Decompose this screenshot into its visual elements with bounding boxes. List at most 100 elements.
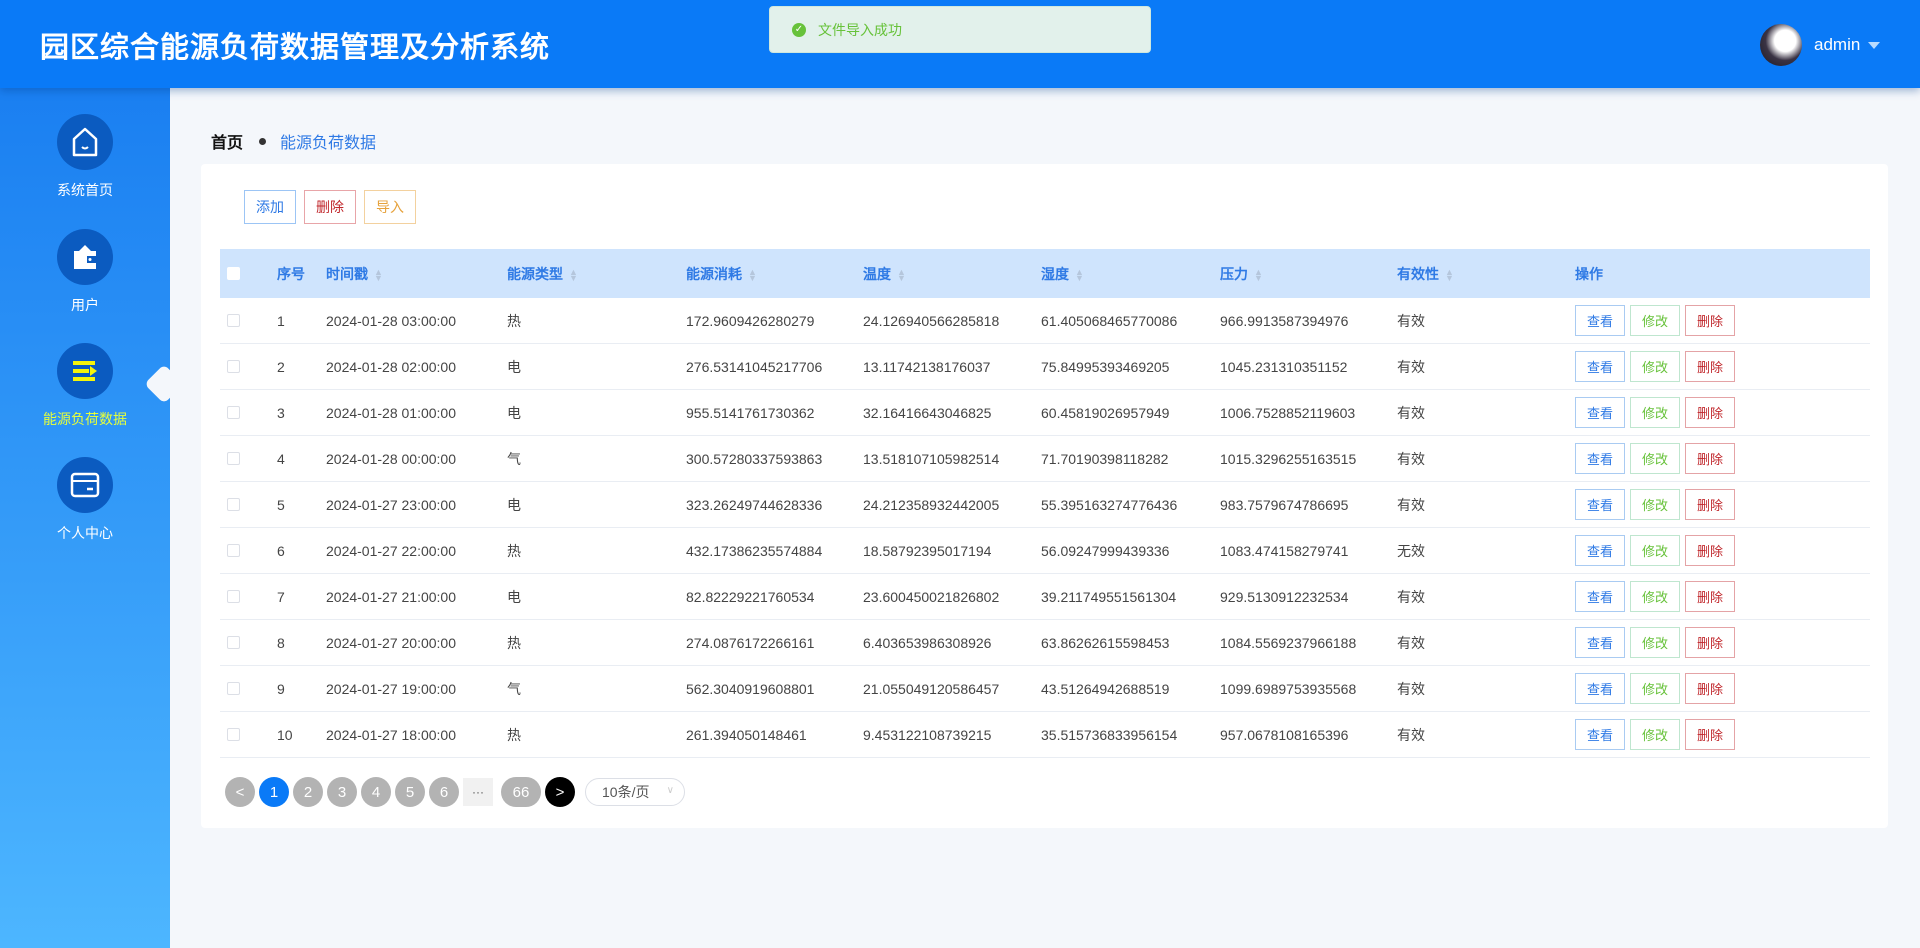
cell-index: 9: [277, 680, 285, 697]
col-energy-type[interactable]: 能源类型 ▲ ▼: [507, 264, 578, 284]
sort-icon[interactable]: ▲ ▼: [1445, 267, 1454, 282]
breadcrumb-home[interactable]: 首页: [211, 129, 243, 153]
col-pressure[interactable]: 压力 ▲ ▼: [1220, 264, 1263, 284]
edit-button[interactable]: 修改: [1630, 489, 1680, 520]
cell-energy-type: 电: [507, 358, 521, 375]
batch-delete-button[interactable]: 删除: [304, 190, 356, 224]
prev-page-button[interactable]: <: [225, 777, 255, 807]
add-button[interactable]: 添加: [244, 190, 296, 224]
delete-button[interactable]: 删除: [1685, 443, 1735, 474]
energy-data-table: 序号 时间戳 ▲ ▼ 能源类型 ▲ ▼ 能源消耗 ▲ ▼ 温度 ▲ ▼ 湿度 ▲ ▼ 压力 ▲ ▼ 有效…: [220, 249, 1870, 758]
sort-icon[interactable]: ▲ ▼: [569, 267, 578, 282]
row-checkbox[interactable]: [227, 498, 240, 511]
view-button[interactable]: 查看: [1575, 489, 1625, 520]
cell-timestamp: 2024-01-27 19:00:00: [326, 680, 456, 697]
row-checkbox[interactable]: [227, 544, 240, 557]
delete-button[interactable]: 删除: [1685, 397, 1735, 428]
delete-button[interactable]: 删除: [1685, 719, 1735, 750]
edit-button[interactable]: 修改: [1630, 397, 1680, 428]
sort-icon[interactable]: ▲ ▼: [748, 267, 757, 282]
page-4[interactable]: 4: [361, 777, 391, 807]
view-button[interactable]: 查看: [1575, 443, 1625, 474]
import-button[interactable]: 导入: [364, 190, 416, 224]
sidebar-item-users[interactable]: 用户: [0, 229, 170, 315]
col-timestamp[interactable]: 时间戳 ▲ ▼: [326, 264, 383, 284]
row-checkbox[interactable]: [227, 452, 240, 465]
view-button[interactable]: 查看: [1575, 305, 1625, 336]
cell-index: 7: [277, 588, 285, 605]
delete-button[interactable]: 删除: [1685, 351, 1735, 382]
page-last[interactable]: 66: [501, 777, 541, 807]
edit-button[interactable]: 修改: [1630, 581, 1680, 612]
cell-consumption: 323.26249744628336: [686, 496, 823, 513]
edit-button[interactable]: 修改: [1630, 719, 1680, 750]
view-button[interactable]: 查看: [1575, 351, 1625, 382]
sort-icon[interactable]: ▲ ▼: [374, 267, 383, 282]
edit-button[interactable]: 修改: [1630, 627, 1680, 658]
page-2[interactable]: 2: [293, 777, 323, 807]
row-checkbox[interactable]: [227, 636, 240, 649]
col-temperature[interactable]: 温度 ▲ ▼: [863, 264, 906, 284]
home-icon: [57, 114, 113, 170]
edit-button[interactable]: 修改: [1630, 443, 1680, 474]
caret-down-icon[interactable]: [1868, 41, 1881, 49]
sidebar-item-home[interactable]: 系统首页: [0, 114, 170, 200]
card-icon: [57, 457, 113, 513]
page-size-select[interactable]: 10条/页 ∨: [585, 778, 685, 806]
col-validity[interactable]: 有效性 ▲ ▼: [1397, 264, 1454, 284]
avatar[interactable]: [1760, 24, 1802, 66]
page-6[interactable]: 6: [429, 777, 459, 807]
cell-energy-type: 热: [507, 726, 521, 743]
delete-button[interactable]: 删除: [1685, 673, 1735, 704]
sort-icon[interactable]: ▲ ▼: [1075, 267, 1084, 282]
ellipsis-icon[interactable]: ···: [463, 778, 493, 806]
view-button[interactable]: 查看: [1575, 397, 1625, 428]
edit-button[interactable]: 修改: [1630, 305, 1680, 336]
toast-message: 文件导入成功: [818, 21, 902, 38]
col-humidity[interactable]: 湿度 ▲ ▼: [1041, 264, 1084, 284]
row-checkbox[interactable]: [227, 590, 240, 603]
select-all-checkbox[interactable]: [227, 267, 240, 280]
view-button[interactable]: 查看: [1575, 673, 1625, 704]
row-checkbox[interactable]: [227, 728, 240, 741]
row-checkbox[interactable]: [227, 360, 240, 373]
table-row: 2 2024-01-28 02:00:00 电 276.53141045217706 1…: [220, 344, 1870, 390]
view-button[interactable]: 查看: [1575, 581, 1625, 612]
edit-button[interactable]: 修改: [1630, 673, 1680, 704]
row-checkbox[interactable]: [227, 314, 240, 327]
cell-humidity: 39.211749551561304: [1041, 588, 1177, 605]
delete-button[interactable]: 删除: [1685, 535, 1735, 566]
delete-button[interactable]: 删除: [1685, 489, 1735, 520]
col-consumption[interactable]: 能源消耗 ▲ ▼: [686, 264, 757, 284]
cell-pressure: 957.0678108165396: [1220, 726, 1349, 743]
col-index: 序号: [277, 265, 305, 282]
username[interactable]: admin: [1814, 35, 1860, 55]
cell-validity: 有效: [1397, 588, 1425, 605]
delete-button[interactable]: 删除: [1685, 305, 1735, 336]
user-menu[interactable]: admin: [1760, 24, 1881, 66]
sort-icon[interactable]: ▲ ▼: [897, 267, 906, 282]
sidebar-item-profile[interactable]: 个人中心: [0, 457, 170, 543]
row-checkbox[interactable]: [227, 406, 240, 419]
delete-button[interactable]: 删除: [1685, 627, 1735, 658]
view-button[interactable]: 查看: [1575, 719, 1625, 750]
cell-timestamp: 2024-01-28 03:00:00: [326, 312, 456, 329]
delete-button[interactable]: 删除: [1685, 581, 1735, 612]
table-row: 7 2024-01-27 21:00:00 电 82.82229221760534 23…: [220, 574, 1870, 620]
view-button[interactable]: 查看: [1575, 627, 1625, 658]
edit-button[interactable]: 修改: [1630, 351, 1680, 382]
table-row: 9 2024-01-27 19:00:00 气 562.3040919608801 21…: [220, 666, 1870, 712]
cell-validity: 有效: [1397, 680, 1425, 697]
cell-temperature: 24.126940566285818: [863, 312, 1000, 329]
view-button[interactable]: 查看: [1575, 535, 1625, 566]
page-3[interactable]: 3: [327, 777, 357, 807]
sort-icon[interactable]: ▲ ▼: [1254, 267, 1263, 282]
page-1[interactable]: 1: [259, 777, 289, 807]
sidebar-item-energy-data[interactable]: 能源负荷数据: [0, 343, 170, 429]
row-checkbox[interactable]: [227, 682, 240, 695]
next-page-button[interactable]: >: [545, 777, 575, 807]
cell-temperature: 23.600450021826802: [863, 588, 1000, 605]
edit-button[interactable]: 修改: [1630, 535, 1680, 566]
page-5[interactable]: 5: [395, 777, 425, 807]
cell-temperature: 13.11742138176037: [863, 358, 991, 375]
